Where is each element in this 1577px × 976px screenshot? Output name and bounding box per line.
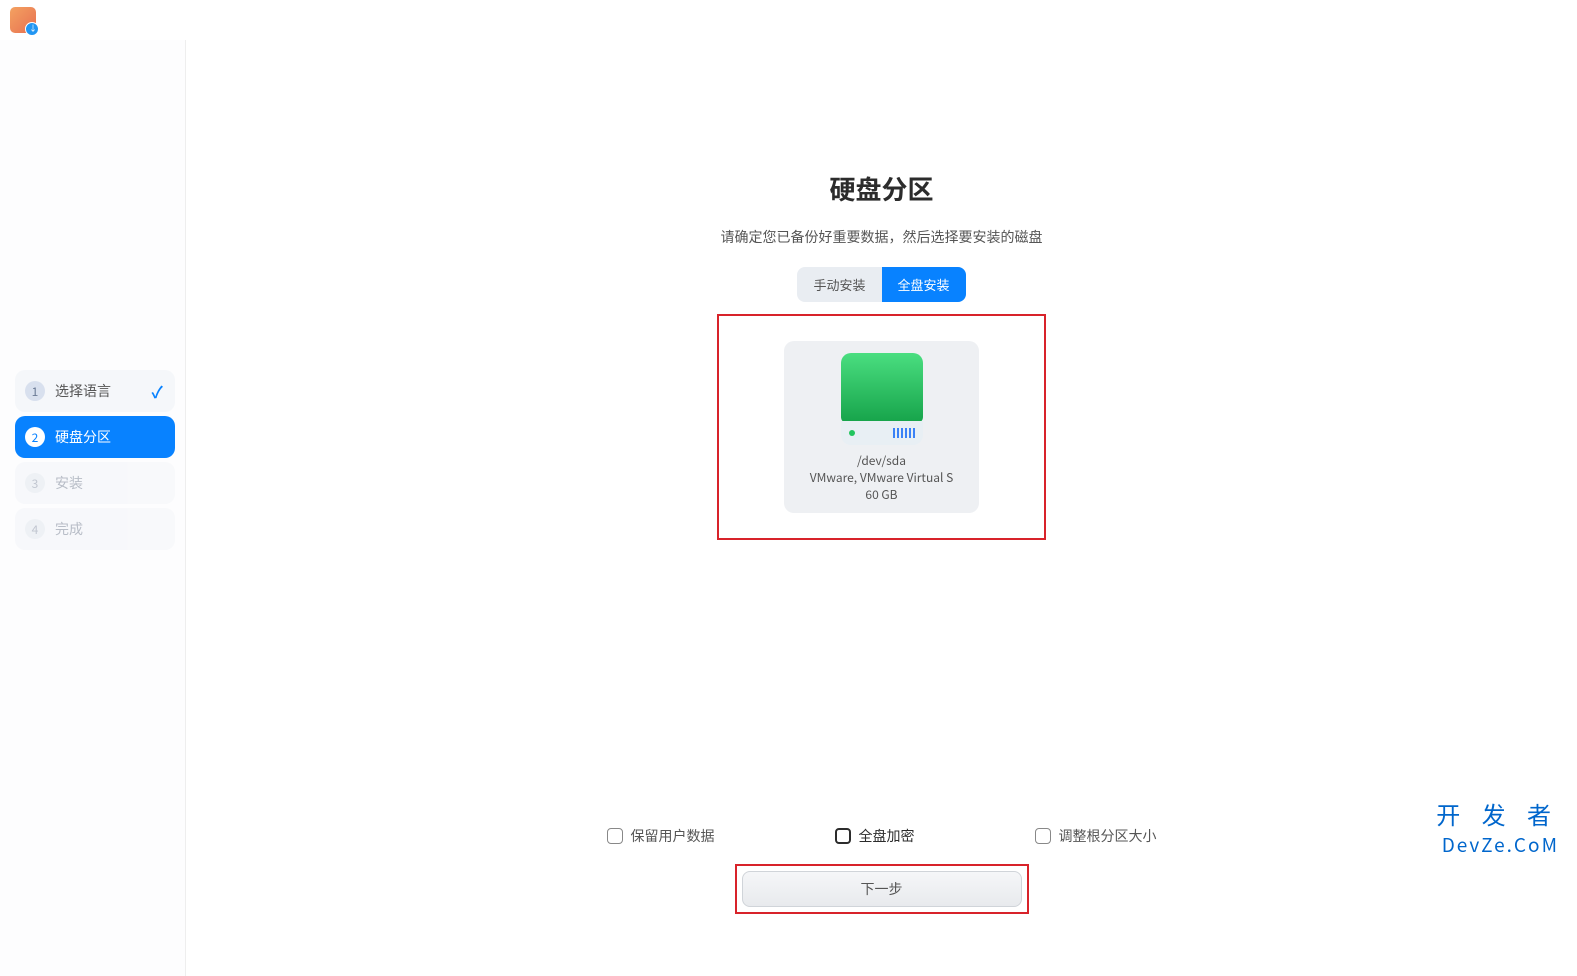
disk-led-icon bbox=[849, 430, 855, 436]
option-full-disk-encryption[interactable]: 全盘加密 bbox=[835, 826, 915, 846]
option-keep-user-data[interactable]: 保留用户数据 bbox=[607, 826, 715, 846]
disk-path: /dev/sda bbox=[794, 453, 969, 470]
titlebar: ↓ bbox=[0, 0, 1577, 40]
checkbox-label: 全盘加密 bbox=[859, 826, 915, 846]
main-container: 1 选择语言 ✓ 2 硬盘分区 3 安装 4 完成 硬盘分区 请确定您已备份好重… bbox=[0, 40, 1577, 976]
step-number: 2 bbox=[25, 427, 45, 447]
page-title: 硬盘分区 bbox=[829, 170, 933, 207]
main-content: 硬盘分区 请确定您已备份好重要数据，然后选择要安装的磁盘 手动安装 全盘安装 bbox=[186, 40, 1577, 976]
step-number: 3 bbox=[25, 473, 45, 493]
sidebar: 1 选择语言 ✓ 2 硬盘分区 3 安装 4 完成 bbox=[0, 40, 186, 976]
step-number: 1 bbox=[25, 381, 45, 401]
check-icon: ✓ bbox=[151, 379, 163, 403]
next-button-highlight: 下一步 bbox=[735, 864, 1029, 914]
disk-card[interactable]: /dev/sda VMware, VMware Virtual S 60 GB bbox=[784, 341, 979, 513]
checkbox-icon bbox=[607, 828, 623, 844]
checkbox-icon bbox=[1035, 828, 1051, 844]
app-icon: ↓ bbox=[10, 7, 36, 33]
step-label: 安装 bbox=[55, 473, 83, 493]
checkbox-label: 保留用户数据 bbox=[631, 826, 715, 846]
install-mode-tabs: 手动安装 全盘安装 bbox=[797, 267, 965, 302]
watermark-cn: 开 发 者 bbox=[1436, 796, 1559, 831]
checkbox-label: 调整根分区大小 bbox=[1059, 826, 1157, 846]
install-options: 保留用户数据 全盘加密 调整根分区大小 bbox=[186, 826, 1577, 846]
sidebar-step-finish[interactable]: 4 完成 bbox=[15, 508, 175, 550]
disk-size: 60 GB bbox=[794, 487, 969, 504]
watermark: 开 发 者 DevZe.CoM bbox=[1436, 796, 1559, 858]
disk-icon bbox=[841, 353, 923, 445]
tab-full-install[interactable]: 全盘安装 bbox=[882, 267, 966, 302]
content-area: 硬盘分区 请确定您已备份好重要数据，然后选择要安装的磁盘 手动安装 全盘安装 bbox=[186, 170, 1577, 540]
step-label: 选择语言 bbox=[55, 381, 111, 401]
option-resize-root[interactable]: 调整根分区大小 bbox=[1035, 826, 1157, 846]
sidebar-step-partition[interactable]: 2 硬盘分区 bbox=[15, 416, 175, 458]
disk-icon-wrap bbox=[794, 353, 969, 445]
sidebar-step-language[interactable]: 1 选择语言 ✓ bbox=[15, 370, 175, 412]
sidebar-step-install[interactable]: 3 安装 bbox=[15, 462, 175, 504]
step-label: 硬盘分区 bbox=[55, 427, 111, 447]
disk-description: VMware, VMware Virtual S bbox=[794, 470, 969, 487]
tab-manual-install[interactable]: 手动安装 bbox=[797, 267, 881, 302]
page-subtitle: 请确定您已备份好重要数据，然后选择要安装的磁盘 bbox=[721, 227, 1043, 247]
watermark-en: DevZe.CoM bbox=[1436, 831, 1559, 858]
step-number: 4 bbox=[25, 519, 45, 539]
disk-selection-highlight: /dev/sda VMware, VMware Virtual S 60 GB bbox=[717, 314, 1046, 540]
checkbox-icon bbox=[835, 828, 851, 844]
step-label: 完成 bbox=[55, 519, 83, 539]
next-button[interactable]: 下一步 bbox=[742, 871, 1022, 907]
